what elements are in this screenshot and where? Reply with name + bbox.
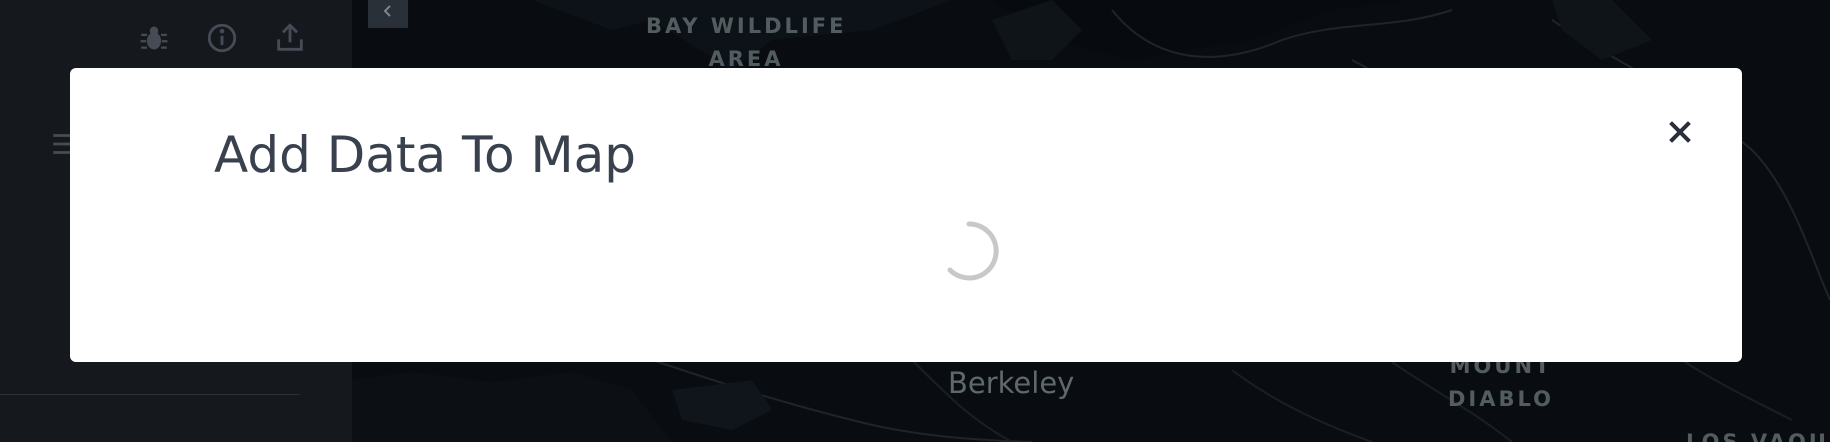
modal-title: Add Data To Map — [214, 126, 637, 184]
close-icon — [1669, 121, 1691, 143]
app-root: BAY WILDLIFE AREA Berkeley MOUNT DIABLO … — [0, 0, 1830, 442]
close-modal-button[interactable] — [1662, 114, 1698, 150]
loading-spinner-icon — [947, 221, 999, 281]
add-data-modal: Add Data To Map — [70, 68, 1742, 362]
